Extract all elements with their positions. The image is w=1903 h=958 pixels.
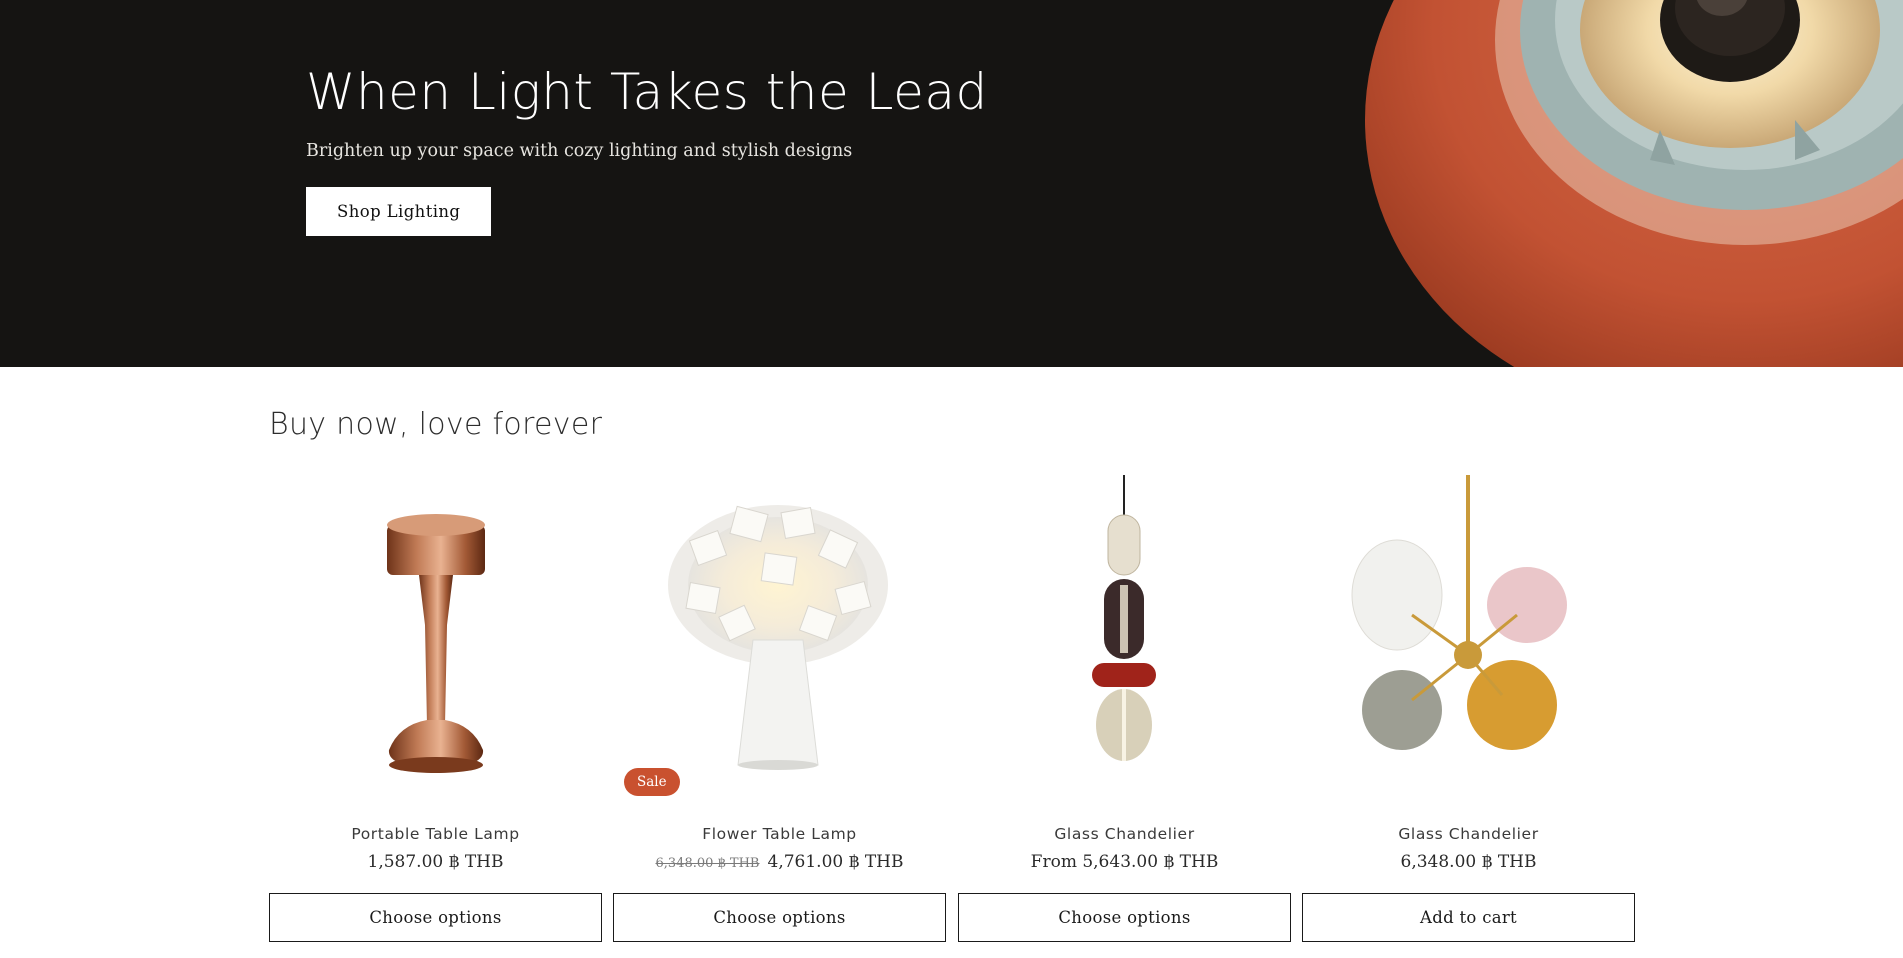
product-card: Portable Table Lamp 1,587.00 ฿ THB Choos… (269, 475, 602, 945)
product-image-link[interactable] (958, 475, 1291, 805)
choose-options-button[interactable]: Choose options (613, 893, 946, 942)
product-price: From 5,643.00 ฿ THB (958, 852, 1291, 872)
hero-lamp-image (1290, 0, 1903, 367)
product-price: 1,587.00 ฿ THB (269, 852, 602, 872)
price-sale: 4,761.00 ฿ THB (767, 852, 904, 872)
choose-options-button[interactable]: Choose options (958, 893, 1291, 942)
hero-subtitle: Brighten up your space with cozy lightin… (306, 141, 853, 161)
product-card: Glass Chandelier From 5,643.00 ฿ THB Cho… (958, 475, 1291, 945)
featured-collection: Buy now, love forever Portable Table Lam… (269, 405, 1635, 942)
price-sale: From 5,643.00 ฿ THB (1030, 852, 1219, 872)
price-sale: 6,348.00 ฿ THB (1400, 852, 1537, 872)
hero-title: When Light Takes the Lead (306, 63, 988, 121)
collection-title: Buy now, love forever (269, 407, 603, 442)
flower-table-lamp-image (668, 505, 888, 770)
copper-table-lamp-image (387, 514, 485, 773)
product-image-link[interactable] (1302, 475, 1635, 805)
product-grid: Portable Table Lamp 1,587.00 ฿ THB Choos… (269, 475, 1635, 945)
hero-content: When Light Takes the Lead Brighten up yo… (306, 60, 988, 236)
price-compare: 6,348.00 ฿ THB (655, 856, 760, 871)
product-title[interactable]: Portable Table Lamp (269, 825, 602, 843)
product-image-link[interactable] (613, 475, 946, 805)
hero-banner: When Light Takes the Lead Brighten up yo… (0, 0, 1903, 367)
stacked-glass-pendant-image (1092, 475, 1156, 761)
product-title[interactable]: Flower Table Lamp (613, 825, 946, 843)
product-price: 6,348.00 ฿ THB (1302, 852, 1635, 872)
choose-options-button[interactable]: Choose options (269, 893, 602, 942)
product-title[interactable]: Glass Chandelier (958, 825, 1291, 843)
product-card: Glass Chandelier 6,348.00 ฿ THB Add to c… (1302, 475, 1635, 945)
product-image-link[interactable] (269, 475, 602, 805)
price-sale: 1,587.00 ฿ THB (367, 852, 504, 872)
sale-badge: Sale (624, 768, 680, 796)
product-title[interactable]: Glass Chandelier (1302, 825, 1635, 843)
add-to-cart-button[interactable]: Add to cart (1302, 893, 1635, 942)
product-price: 6,348.00 ฿ THB 4,761.00 ฿ THB (613, 852, 946, 872)
product-card: Sale Flower Table Lamp 6,348.00 ฿ THB 4,7… (613, 475, 946, 945)
shop-lighting-button[interactable]: Shop Lighting (306, 187, 492, 236)
bubble-glass-chandelier-image (1351, 475, 1567, 750)
